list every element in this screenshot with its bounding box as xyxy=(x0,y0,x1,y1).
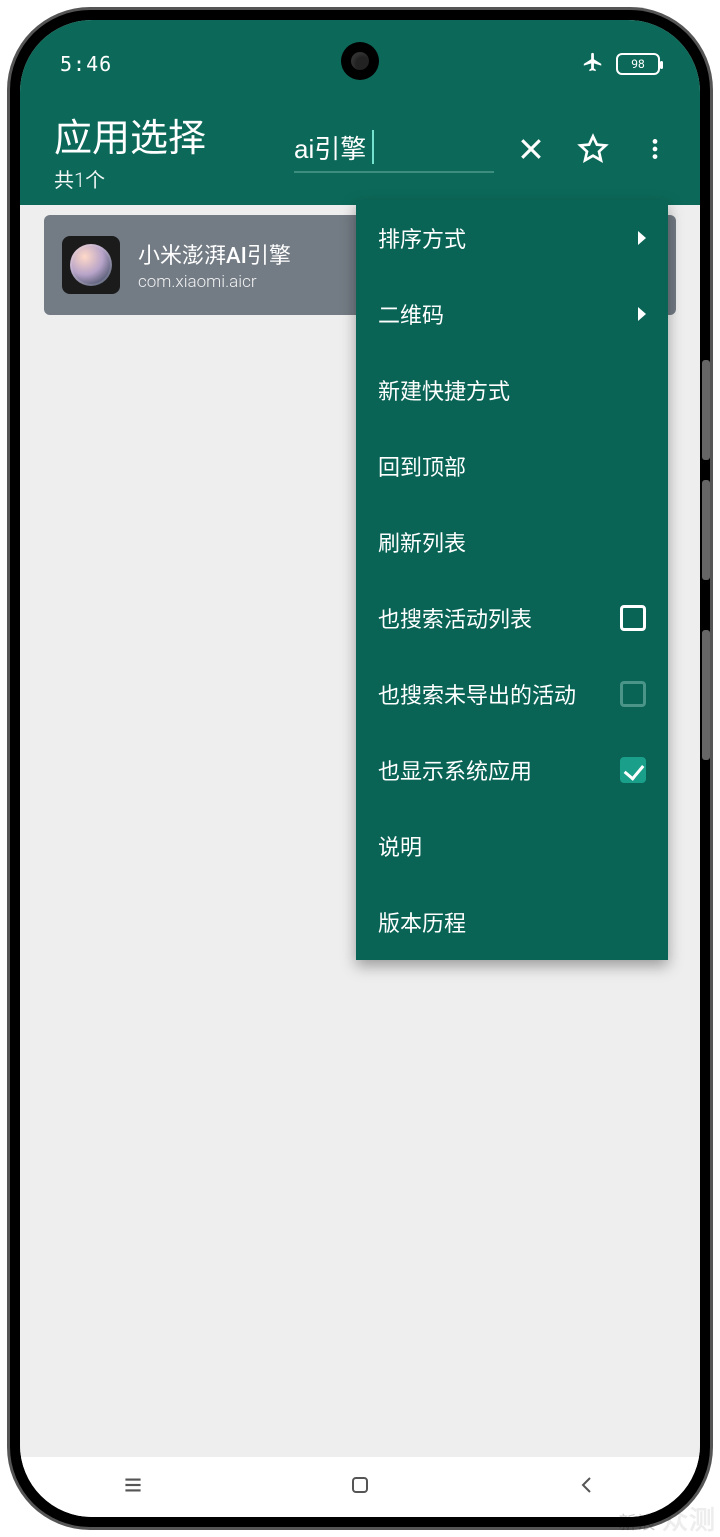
menu-lines-icon xyxy=(120,1472,146,1502)
menu-label: 说明 xyxy=(378,830,422,862)
overflow-button[interactable] xyxy=(624,119,686,181)
menu-qrcode[interactable]: 二维码 xyxy=(356,276,668,352)
menu-label: 新建快捷方式 xyxy=(378,374,510,406)
battery-icon: 98 xyxy=(616,53,660,75)
menu-search-unexported[interactable]: 也搜索未导出的活动 xyxy=(356,656,668,732)
menu-label: 排序方式 xyxy=(378,222,466,254)
menu-label: 回到顶部 xyxy=(378,450,466,482)
hw-volume-down xyxy=(702,480,710,580)
watermark: 新浪 众测 xyxy=(619,1500,716,1537)
search-input[interactable] xyxy=(294,128,494,173)
nav-recents-button[interactable] xyxy=(93,1467,173,1507)
app-icon xyxy=(62,236,120,294)
nav-back-button[interactable] xyxy=(547,1467,627,1507)
screen: 5:46 98 应用选择 共1个 xyxy=(20,20,700,1517)
menu-label: 也搜索未导出的活动 xyxy=(378,678,576,710)
menu-changelog[interactable]: 版本历程 xyxy=(356,884,668,960)
menu-label: 二维码 xyxy=(378,298,444,330)
app-package-label: com.xiaomi.aicr xyxy=(138,272,291,292)
page-title: 应用选择 xyxy=(54,107,254,162)
status-right: 98 xyxy=(582,51,660,77)
favorite-button[interactable] xyxy=(562,119,624,181)
checkbox-disabled-icon xyxy=(620,681,646,707)
text-cursor xyxy=(372,130,374,164)
menu-search-activities[interactable]: 也搜索活动列表 xyxy=(356,580,668,656)
menu-sort[interactable]: 排序方式 xyxy=(356,200,668,276)
camera-notch xyxy=(341,42,379,80)
battery-pct: 98 xyxy=(631,57,645,71)
device-frame: 5:46 98 应用选择 共1个 xyxy=(10,10,710,1527)
nav-home-button[interactable] xyxy=(320,1467,400,1507)
chevron-right-icon xyxy=(638,307,646,321)
search-wrap xyxy=(294,128,496,173)
page-subtitle: 共1个 xyxy=(54,164,254,193)
close-icon xyxy=(516,134,546,167)
menu-create-shortcut[interactable]: 新建快捷方式 xyxy=(356,352,668,428)
watermark-brand: 新浪 xyxy=(619,1513,657,1534)
chevron-left-icon xyxy=(575,1473,599,1501)
menu-show-system-apps[interactable]: 也显示系统应用 xyxy=(356,732,668,808)
menu-label: 也显示系统应用 xyxy=(378,754,532,786)
hw-volume-up xyxy=(702,360,710,460)
app-texts: 小米澎湃AI引擎 com.xiaomi.aicr xyxy=(138,238,291,292)
airplane-icon xyxy=(582,51,604,77)
menu-scroll-top[interactable]: 回到顶部 xyxy=(356,428,668,504)
star-icon xyxy=(577,133,609,168)
chevron-right-icon xyxy=(638,231,646,245)
checkbox-checked-icon[interactable] xyxy=(620,757,646,783)
menu-refresh-list[interactable]: 刷新列表 xyxy=(356,504,668,580)
title-block: 应用选择 共1个 xyxy=(54,107,254,193)
square-icon xyxy=(348,1473,372,1501)
menu-label: 刷新列表 xyxy=(378,526,466,558)
hw-power xyxy=(702,630,710,760)
navigation-bar xyxy=(20,1457,700,1517)
overflow-menu: 排序方式 二维码 新建快捷方式 回到顶部 刷新列表 也搜索活动列表 xyxy=(356,200,668,960)
app-bar: 应用选择 共1个 xyxy=(20,95,700,205)
menu-help[interactable]: 说明 xyxy=(356,808,668,884)
app-name-label: 小米澎湃AI引擎 xyxy=(138,238,291,270)
status-clock: 5:46 xyxy=(60,52,112,76)
checkbox-unchecked-icon[interactable] xyxy=(620,605,646,631)
watermark-big: 众测 xyxy=(662,1506,716,1536)
menu-label: 版本历程 xyxy=(378,906,466,938)
more-vert-icon xyxy=(642,136,668,165)
menu-label: 也搜索活动列表 xyxy=(378,602,532,634)
clear-search-button[interactable] xyxy=(500,119,562,181)
